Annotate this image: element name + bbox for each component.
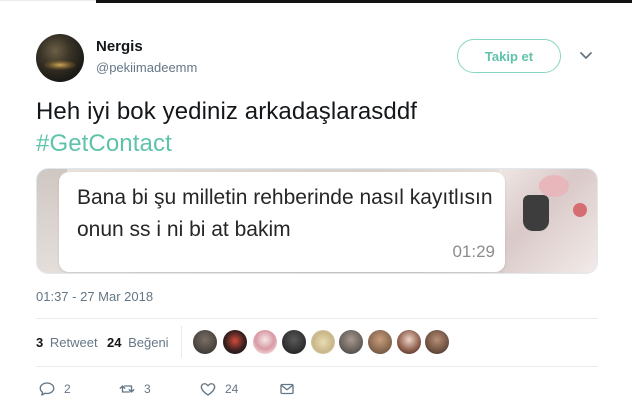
chat-bubble: Bana bi şu milletin rehberinde nasıl kay…	[59, 172, 505, 272]
retweet-label: Retweet	[49, 335, 98, 350]
tweet-body: Heh iyi bok yediniz arkadaşlarasddf	[36, 98, 418, 125]
like-stat[interactable]: 24 Beğeni	[107, 335, 169, 350]
like-label: Beğeni	[128, 335, 169, 350]
liker-avatar[interactable]	[193, 330, 217, 354]
liker-avatar[interactable]	[425, 330, 449, 354]
direct-message-button[interactable]	[278, 380, 304, 398]
like-button[interactable]: 24	[199, 380, 238, 398]
retweet-button[interactable]: 3	[118, 380, 151, 398]
retweet-stat[interactable]: 3 Retweet	[36, 335, 98, 350]
retweet-icon	[119, 385, 135, 393]
hashtag-link[interactable]: #GetContact	[36, 128, 616, 160]
chat-message: Bana bi şu milletin rehberinde nasıl kay…	[77, 186, 493, 241]
like-action-count: 24	[225, 382, 239, 396]
chevron-down-icon[interactable]	[578, 49, 594, 63]
liker-avatar[interactable]	[311, 330, 335, 354]
follow-button[interactable]: Takip et	[457, 39, 561, 73]
decor-flower	[539, 175, 569, 197]
display-name[interactable]: Nergis	[96, 38, 143, 55]
retweet-count: 3	[36, 335, 44, 350]
tweet-text: Heh iyi bok yediniz arkadaşlarasddf #Get…	[36, 96, 616, 160]
stats-vertical-divider	[181, 326, 182, 358]
chat-time: 01:29	[452, 242, 495, 261]
reply-count: 2	[64, 382, 71, 396]
liker-avatar[interactable]	[223, 330, 247, 354]
user-handle[interactable]: @pekiimadeemm	[96, 60, 197, 75]
top-divider	[0, 0, 96, 1]
actions-divider	[36, 366, 598, 367]
reply-icon	[39, 382, 55, 396]
avatar[interactable]	[36, 34, 84, 82]
liker-avatar[interactable]	[282, 330, 306, 354]
retweet-action-count: 3	[144, 382, 151, 396]
top-dark-bar	[96, 0, 632, 3]
liker-avatar[interactable]	[368, 330, 392, 354]
decor-flower-small	[573, 203, 587, 217]
like-count: 24	[107, 335, 122, 350]
liker-avatar[interactable]	[339, 330, 363, 354]
media-background-right	[499, 169, 597, 273]
liker-avatar[interactable]	[397, 330, 421, 354]
heart-icon	[200, 383, 216, 396]
tweet-timestamp[interactable]: 01:37 - 27 Mar 2018	[36, 289, 153, 304]
message-icon	[280, 383, 294, 395]
stats-divider-top	[36, 318, 598, 319]
tweet-media-image[interactable]: Bana bi şu milletin rehberinde nasıl kay…	[36, 168, 598, 274]
decor-jar	[523, 195, 549, 231]
reply-button[interactable]: 2	[38, 380, 71, 398]
liker-avatar[interactable]	[253, 330, 277, 354]
